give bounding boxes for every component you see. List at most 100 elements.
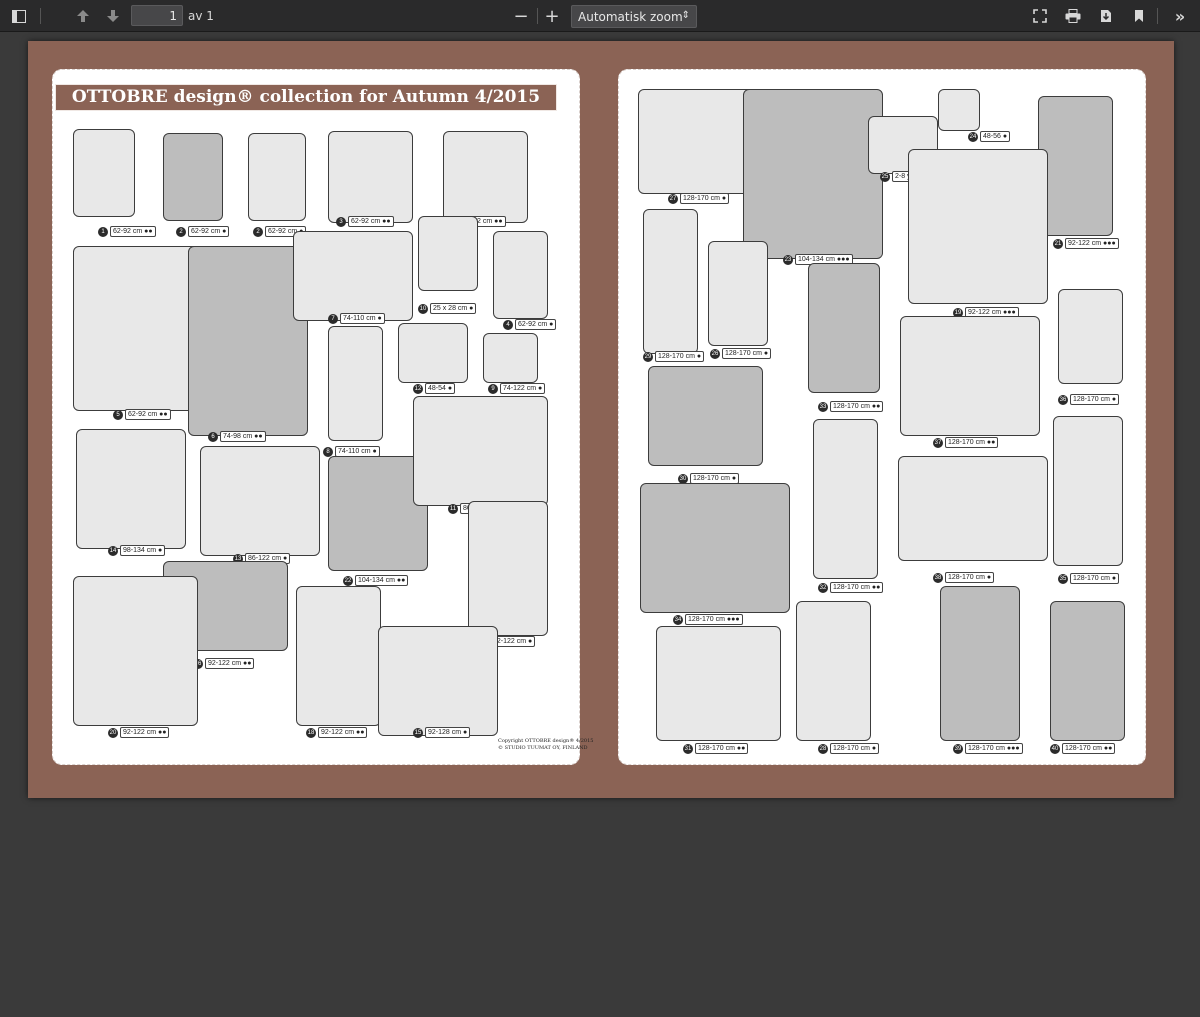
garment-label: 1 62-92 cm ●● — [98, 226, 156, 237]
document-title-banner: OTTOBRE design® collection for Autumn 4/… — [55, 84, 557, 111]
model-number-badge: 7 — [328, 313, 338, 324]
model-number-badge: 3 — [336, 216, 346, 227]
print-icon[interactable] — [1061, 4, 1085, 28]
garment-sketch — [708, 241, 768, 346]
model-number-badge: 28 — [818, 743, 828, 754]
model-number-badge: 34 — [673, 614, 683, 625]
garment-label: 27 128-170 cm ● — [668, 193, 730, 204]
garment-label: 15 92-128 cm ● — [413, 727, 471, 738]
garment-sketch — [200, 446, 320, 556]
size-range-label: 74-110 cm ● — [340, 313, 385, 324]
presentation-mode-icon[interactable] — [1028, 4, 1052, 28]
garment-label: 18 92-122 cm ●● — [306, 727, 368, 738]
garment-sketch — [76, 429, 186, 549]
zoom-in-icon[interactable]: + — [540, 4, 564, 28]
garment-sketch — [813, 419, 878, 579]
garment-sketch — [188, 246, 308, 436]
model-number-badge: 36 — [1058, 394, 1068, 405]
tools-icon[interactable]: » — [1168, 4, 1192, 28]
model-number-badge: 31 — [683, 743, 693, 754]
sidebar-toggle-icon[interactable] — [7, 4, 31, 28]
model-number-badge: 39 — [953, 743, 963, 754]
size-range-label: 92-122 cm ●● — [120, 727, 170, 738]
model-number-badge: 5 — [113, 409, 123, 420]
garment-sketch — [656, 626, 781, 741]
model-number-badge: 37 — [933, 437, 943, 448]
bookmark-icon[interactable] — [1127, 4, 1151, 28]
model-number-badge: 26 — [710, 348, 720, 359]
garment-label: 33 128-170 cm ●● — [818, 401, 884, 412]
garment-sketch — [643, 209, 698, 354]
garment-label: 362-92 cm ●● — [336, 216, 394, 227]
garment-sketch — [248, 133, 306, 221]
zoom-out-icon[interactable]: − — [509, 4, 533, 28]
copyright-line: © STUDIO TUUMAT OY, FINLAND — [498, 745, 588, 751]
garment-sketch — [378, 626, 498, 736]
toolbar-divider — [537, 8, 538, 24]
garment-sketch — [940, 586, 1020, 741]
garment-sketch — [413, 396, 548, 506]
model-number-badge: 8 — [323, 446, 333, 457]
chevron-updown-icon: ⇕ — [681, 10, 690, 21]
size-range-label: 128-170 cm ● — [655, 351, 705, 362]
next-page-icon[interactable] — [101, 4, 125, 28]
page-count-label: av 1 — [188, 9, 214, 23]
size-range-label: 92-122 cm ●●● — [1065, 238, 1119, 249]
size-range-label: 98-134 cm ● — [120, 545, 166, 556]
garment-label: 37 128-170 cm ●● — [933, 437, 999, 448]
garment-sketch — [328, 326, 383, 441]
garment-label: 29 128-170 cm ● — [643, 351, 705, 362]
size-range-label: 128-170 cm ● — [1070, 394, 1120, 405]
garment-sketch — [328, 131, 413, 223]
garment-sketch — [398, 323, 468, 383]
size-range-label: 128-170 cm ● — [722, 348, 772, 359]
model-number-badge: 11 — [448, 503, 458, 514]
size-range-label: 128-170 cm ●● — [830, 582, 884, 593]
model-number-badge: 21 — [1053, 238, 1063, 249]
model-number-badge: 2 — [176, 226, 186, 237]
model-number-badge: 25 — [880, 171, 890, 182]
size-range-label: 104-134 cm ●● — [355, 575, 409, 586]
garment-label: 24 48-56 ● — [968, 131, 1011, 142]
model-number-badge: 10 — [418, 303, 428, 314]
previous-page-icon[interactable] — [71, 4, 95, 28]
garment-sketch — [648, 366, 763, 466]
model-number-badge: 23 — [783, 254, 793, 265]
garment-sketch — [938, 89, 980, 131]
size-range-label: 128-170 cm ●● — [695, 743, 749, 754]
model-number-badge: 24 — [968, 131, 978, 142]
garment-label: 28 128-170 cm ● — [818, 743, 880, 754]
garment-sketch — [73, 576, 198, 726]
garment-label: 12 48-54 ● — [413, 383, 456, 394]
garment-label: 9 74-122 cm ● — [488, 383, 546, 394]
garment-sketch — [808, 263, 880, 393]
size-range-label: 48-54 ● — [425, 383, 456, 394]
size-range-label: 92-128 cm ● — [425, 727, 471, 738]
page-number-input[interactable] — [131, 5, 183, 26]
garment-label: 14 98-134 cm ● — [108, 545, 166, 556]
garment-label: 26 128-170 cm ● — [710, 348, 772, 359]
garment-sketch — [900, 316, 1040, 436]
garment-label: 10 25 x 28 cm ● — [418, 303, 477, 314]
garment-sketch — [163, 133, 223, 221]
size-range-label: 74-122 cm ● — [500, 383, 546, 394]
garment-sketch — [483, 333, 538, 383]
size-range-label: 128-170 cm ●●● — [965, 743, 1023, 754]
garment-sketch — [1050, 601, 1125, 741]
zoom-select[interactable]: Automatisk zoom ⇕ — [571, 5, 697, 28]
garment-sketch — [493, 231, 548, 319]
model-number-badge: 2 — [253, 226, 263, 237]
size-range-label: 62-92 cm ●● — [125, 409, 171, 420]
garment-label: 21 92-122 cm ●●● — [1053, 238, 1119, 249]
garment-label: 6 74-98 cm ●● — [208, 431, 266, 442]
copyright-notice: Copyright OTTOBRE design® 4/2015 © STUDI… — [498, 738, 593, 752]
size-range-label: 48-56 ● — [980, 131, 1011, 142]
model-number-badge: 20 — [108, 727, 118, 738]
model-number-badge: 1 — [98, 226, 108, 237]
garment-sketch — [1038, 96, 1113, 236]
model-number-badge: 29 — [643, 351, 653, 362]
garment-sketch — [468, 501, 548, 636]
model-number-badge: 15 — [413, 727, 423, 738]
garment-sketch — [640, 483, 790, 613]
download-icon[interactable] — [1094, 4, 1118, 28]
